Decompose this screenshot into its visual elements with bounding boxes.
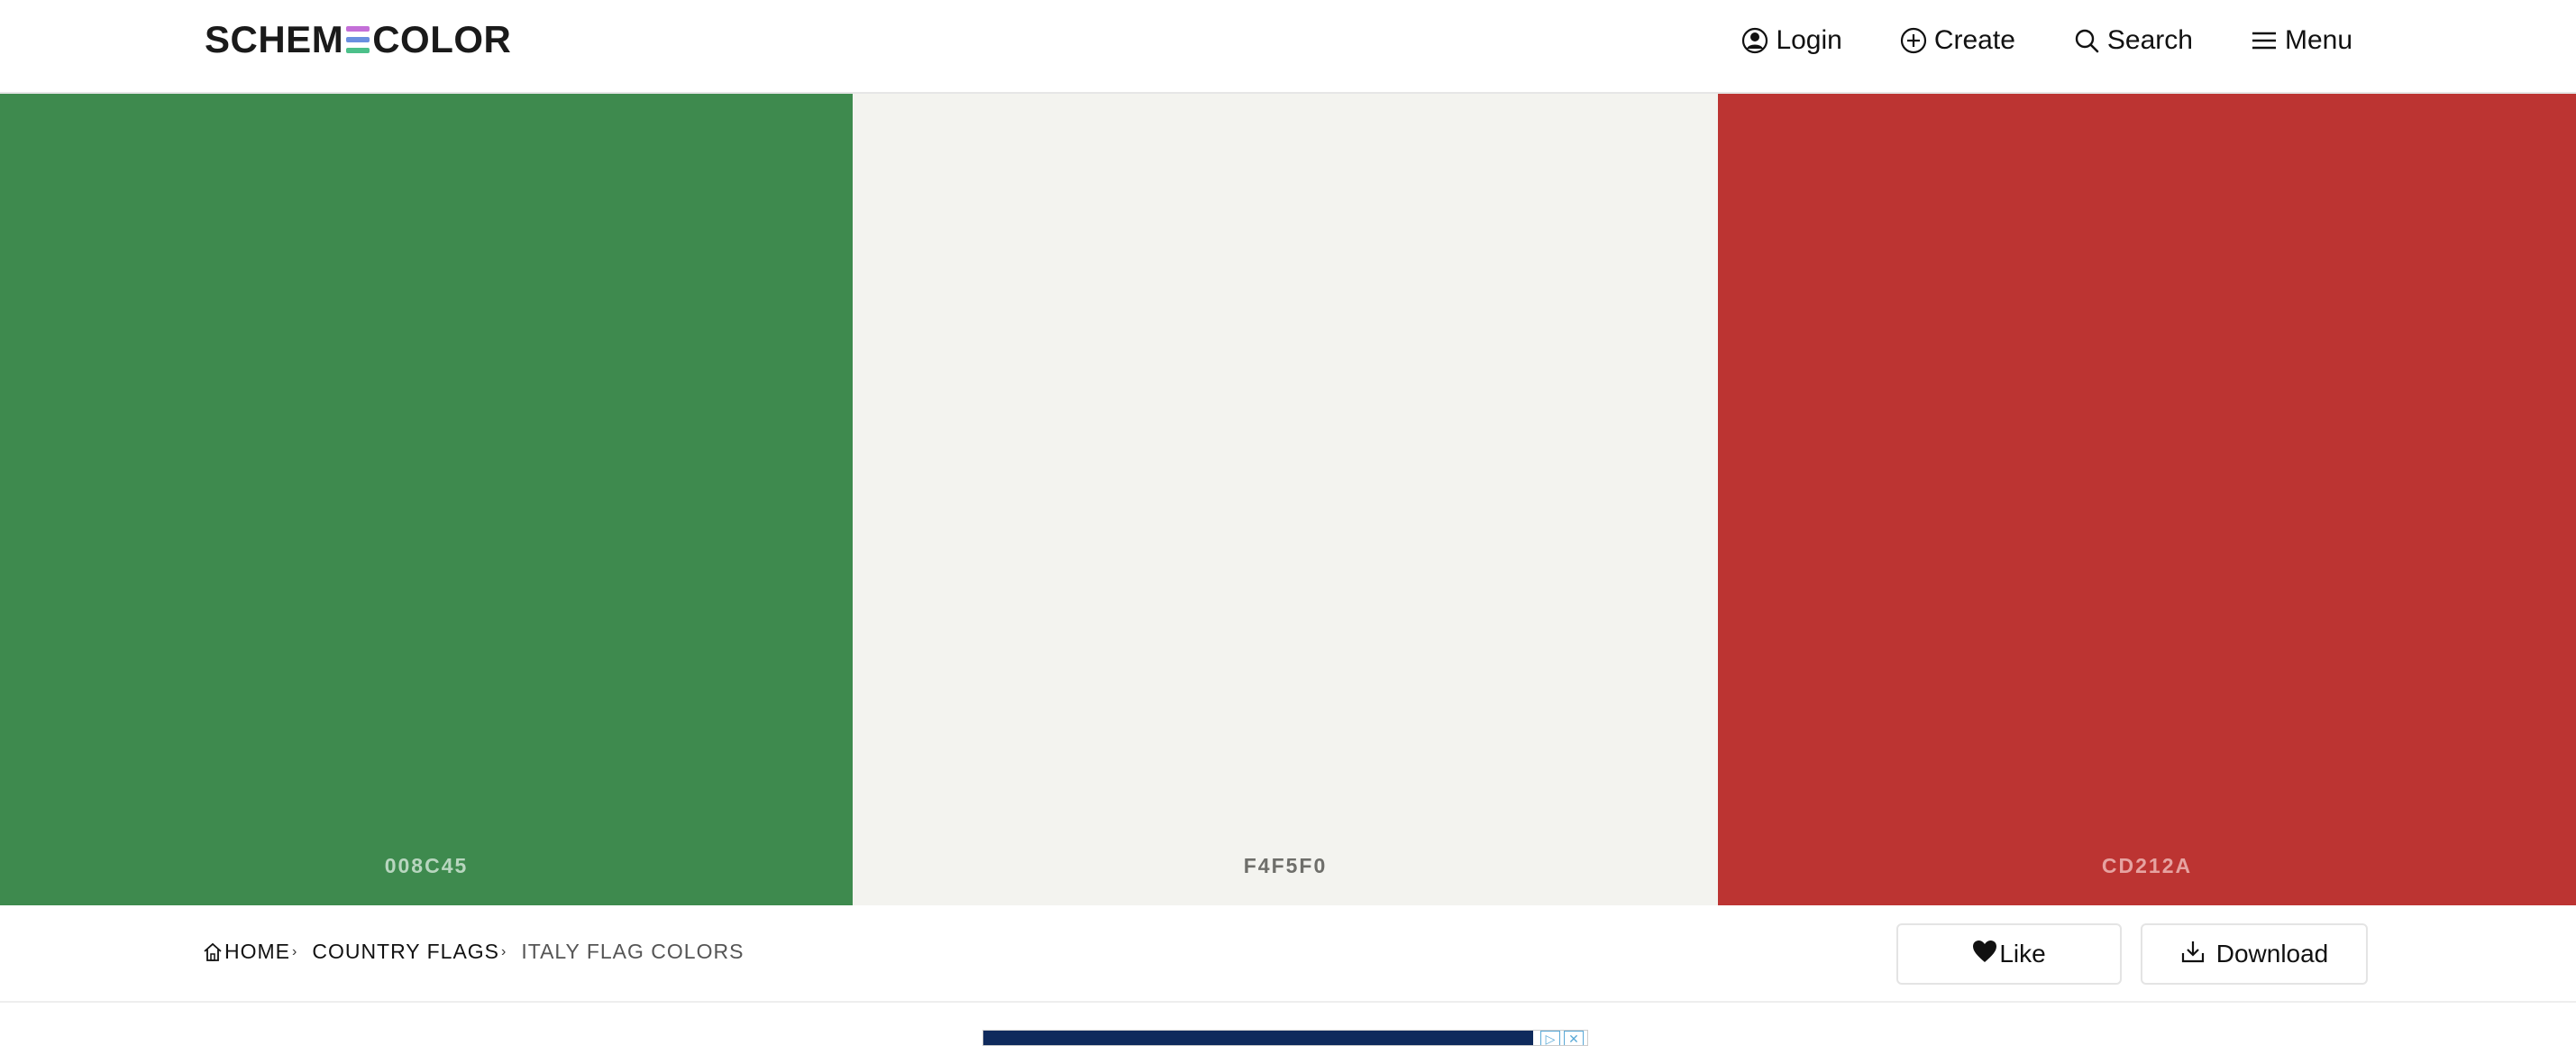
color-swatch-1[interactable]: 008C45 [0,94,853,905]
ad-controls: ▷ ✕ [1540,1031,1587,1045]
search-icon [2073,27,2100,54]
login-button[interactable]: Login [1741,25,1842,56]
main-nav: Login Create Search Menu [1741,20,2352,61]
breadcrumb-section-link[interactable]: COUNTRY FLAGS [312,940,499,964]
menu-label: Menu [2284,25,2352,55]
user-circle-icon [1741,27,1768,54]
plus-circle-icon [1900,27,1927,54]
download-label: Download [2215,940,2329,968]
color-swatch-2[interactable]: F4F5F0 [853,94,1718,905]
logo-e-mark [346,26,370,53]
create-button[interactable]: Create [1900,25,2015,56]
hamburger-icon [2251,27,2278,54]
color-swatch-3[interactable]: CD212A [1718,94,2576,905]
color-code[interactable]: CD212A [1718,854,2576,878]
logo-text-left: SCHEM [205,18,344,60]
ad-choices-icon[interactable]: ▷ [1540,1031,1560,1045]
download-button[interactable]: Download [2141,923,2368,985]
advertisement-banner[interactable]: ▷ ✕ [982,1030,1588,1046]
login-label: Login [1776,25,1842,55]
home-icon[interactable] [203,942,223,962]
site-logo[interactable]: SCHEM COLOR [205,18,512,60]
search-label: Search [2106,25,2193,55]
color-code[interactable]: F4F5F0 [853,854,1718,878]
like-label: Like [1999,940,2046,968]
download-icon [2180,939,2206,970]
close-icon[interactable]: ✕ [1564,1031,1584,1045]
site-header: SCHEM COLOR Login Create Search Menu [0,0,2576,94]
menu-button[interactable]: Menu [2251,25,2352,56]
breadcrumb-current: ITALY FLAG COLORS [521,940,744,963]
logo-e-bar-bottom [346,48,370,53]
chevron-right-icon: › [501,943,507,959]
heart-icon [1972,940,1997,969]
color-palette: 008C45 F4F5F0 CD212A [0,94,2576,905]
breadcrumb-home-link[interactable]: HOME [224,940,290,964]
like-button[interactable]: Like [1896,923,2122,985]
search-button[interactable]: Search [2073,25,2193,56]
breadcrumb: HOME › COUNTRY FLAGS › ITALY FLAG COLORS [203,940,744,964]
logo-e-bar-top [346,26,370,32]
create-label: Create [1933,25,2015,55]
logo-e-bar-middle [346,37,370,42]
palette-subbar: HOME › COUNTRY FLAGS › ITALY FLAG COLORS… [0,905,2576,1003]
color-code[interactable]: 008C45 [0,854,853,878]
chevron-right-icon: › [292,943,298,959]
ad-image[interactable] [983,1031,1533,1045]
logo-text-right: COLOR [372,18,512,60]
